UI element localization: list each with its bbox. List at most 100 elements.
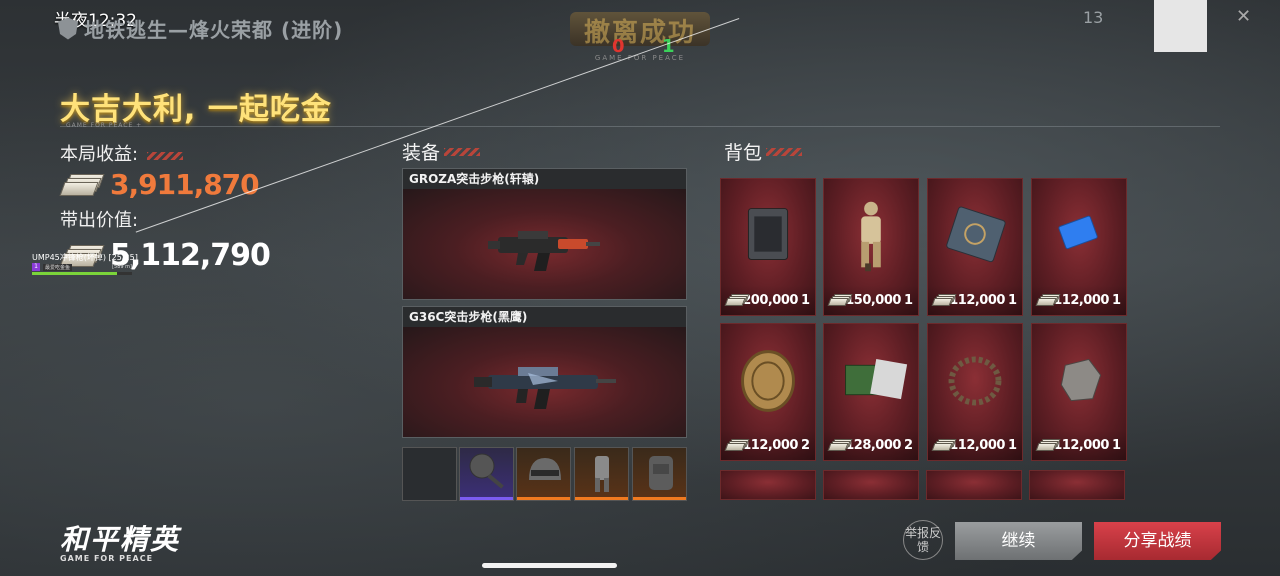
item-quantity: 1 (1111, 437, 1121, 453)
rifle-graphic (488, 231, 600, 271)
rarity-strip (575, 497, 628, 500)
equipment-header: 装备 (402, 138, 481, 165)
money-icon (1035, 294, 1061, 306)
g36c-rifle-icon (403, 327, 686, 437)
item-price: 112,000 (1053, 437, 1109, 453)
teammate-distance: [589 m] (112, 264, 132, 270)
rarity-strip (517, 497, 570, 500)
meteorite-icon (1032, 334, 1126, 426)
rarity-strip (633, 497, 686, 500)
item-price: 112,000 (949, 292, 1005, 308)
item-price: 200,000 (742, 292, 798, 308)
stripes-decoration (766, 147, 803, 156)
item-quantity: 1 (1111, 292, 1121, 308)
home-indicator[interactable] (482, 563, 617, 568)
item-price: 150,000 (845, 292, 901, 308)
gold-coin-icon (721, 334, 815, 426)
money-icon (59, 173, 105, 196)
money-icon (724, 294, 750, 306)
stripes-decoration (444, 147, 481, 156)
equipment-title: 装备 (402, 142, 441, 164)
game-logo: 和平精英 GAME FOR PEACE (60, 518, 180, 563)
health-bar (32, 272, 132, 275)
money-icon (724, 439, 750, 451)
groza-rifle-icon (403, 189, 686, 299)
rifle-graphic (474, 367, 616, 409)
backpack-item[interactable]: 112,000 1 (927, 323, 1023, 461)
backpack-item-partial[interactable] (926, 470, 1022, 500)
backpack-icon (649, 456, 673, 490)
weapon-name: G36C突击步枪(黑鹰) (403, 307, 686, 327)
pan-icon (469, 453, 504, 489)
weapon-card-1[interactable]: GROZA突击步枪(轩辕) (402, 168, 687, 300)
backpack-item[interactable]: 112,000 2 (720, 323, 816, 461)
money-icon (1035, 439, 1061, 451)
bead-necklace-icon (928, 334, 1022, 426)
money-icon (931, 294, 957, 306)
stripes-decoration (147, 151, 184, 160)
backpack-item[interactable]: 128,000 2 (823, 323, 919, 461)
item-price: 112,000 (1053, 292, 1109, 308)
item-footer: 112,000 2 (721, 430, 815, 460)
rarity-strip (460, 497, 513, 500)
item-quantity: 2 (800, 437, 810, 453)
banner-title: 撤离成功 (583, 18, 696, 48)
item-footer: 200,000 1 (721, 285, 815, 315)
item-footer: 112,000 1 (1032, 430, 1126, 460)
item-footer: 112,000 1 (928, 430, 1022, 460)
weapon-card-2[interactable]: G36C突击步枪(黑鹰) (402, 306, 687, 438)
banner-subtitle: GAME FOR PEACE (594, 54, 686, 62)
hazmat-suit-icon (824, 189, 918, 281)
backpack-item-partial[interactable] (720, 470, 816, 500)
gear-slot-helmet[interactable] (516, 447, 571, 501)
top-right-number: 13 (1083, 8, 1104, 27)
teammate-level: 1 (32, 263, 40, 271)
blue-card-icon (1032, 189, 1126, 281)
backpack-item[interactable]: 112,000 1 (1031, 178, 1127, 316)
gear-slot-pan[interactable] (459, 447, 514, 501)
money-icon (931, 439, 957, 451)
item-footer: 112,000 1 (1032, 285, 1126, 315)
teammate-info: 1 最爱吃金鱼 [589 m] (32, 263, 132, 271)
item-quantity: 1 (1007, 437, 1017, 453)
money-icon (827, 439, 853, 451)
map-title-text: 地铁逃生—烽火荣都 (进阶) (84, 18, 344, 42)
backpack-item[interactable]: 112,000 1 (1031, 323, 1127, 461)
item-price: 128,000 (845, 437, 901, 453)
income-label: 本局收益: (60, 144, 139, 165)
continue-button[interactable]: 继续 (955, 522, 1082, 560)
circuit-board-icon (824, 334, 918, 426)
backpack-item[interactable]: 112,000 1 (927, 178, 1023, 316)
backpack-item-partial[interactable] (1029, 470, 1125, 500)
teammate-name: 最爱吃金鱼 (43, 263, 73, 271)
logo-main: 和平精英 (60, 523, 181, 556)
report-feedback-button[interactable]: 举报反馈 (903, 520, 943, 560)
shield-icon (58, 17, 78, 40)
gear-slot-armor[interactable] (574, 447, 629, 501)
weapon-overlay-text: UMP45冲锋枪(坏掉) [25/25] (32, 253, 138, 262)
backpack-item[interactable]: 150,000 1 (823, 178, 919, 316)
item-footer: 112,000 1 (928, 285, 1022, 315)
item-quantity: 2 (903, 437, 913, 453)
item-footer: 150,000 1 (824, 285, 918, 315)
armor-vest-icon (595, 456, 609, 492)
backpack-next-row (720, 470, 1128, 500)
obscured-region (1154, 0, 1207, 52)
gear-slot-empty[interactable] (402, 447, 457, 501)
ancient-book-icon (928, 189, 1022, 281)
backpack-title: 背包 (724, 142, 763, 164)
backpack-header: 背包 (724, 138, 803, 165)
income-label-row: 本局收益: (60, 140, 184, 166)
teammate-overlay: UMP45冲锋枪(坏掉) [25/25] 1 最爱吃金鱼 [589 m] (32, 252, 138, 275)
close-icon[interactable]: ✕ (1236, 6, 1251, 27)
gear-slot-backpack[interactable] (632, 447, 687, 501)
share-stats-button[interactable]: 分享战绩 (1094, 522, 1221, 560)
item-price: 112,000 (949, 437, 1005, 453)
item-quantity: 1 (903, 292, 913, 308)
server-case-icon (721, 189, 815, 281)
divider (60, 126, 1220, 127)
backpack-item-partial[interactable] (823, 470, 919, 500)
money-icon (827, 294, 853, 306)
item-quantity: 1 (1007, 292, 1017, 308)
backpack-item[interactable]: 200,000 1 (720, 178, 816, 316)
